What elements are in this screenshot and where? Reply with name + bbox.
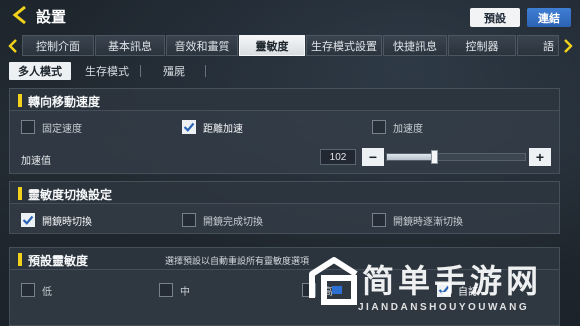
option-label: 中	[180, 286, 190, 298]
panel-header: 靈敏度切換設定	[10, 182, 559, 204]
option-label: 開鏡完成切換	[203, 216, 263, 228]
tab-control-interface[interactable]: 控制介面	[22, 35, 94, 56]
subtab-divider	[140, 65, 141, 77]
tab-survival-settings[interactable]: 生存模式設置	[306, 35, 382, 56]
tab-basic-info[interactable]: 基本訊息	[95, 35, 165, 56]
option-switch-on-scope[interactable]: 開鏡時切換	[21, 212, 92, 228]
option-custom[interactable]: 自訂	[437, 282, 478, 298]
tab-language[interactable]: 語	[517, 35, 559, 56]
section-title: 靈敏度切換設定	[28, 188, 113, 202]
increase-button[interactable]: +	[529, 148, 551, 166]
option-distance-accel[interactable]: 距離加速	[182, 119, 243, 135]
chevron-right-icon	[564, 38, 573, 53]
back-button[interactable]	[10, 4, 32, 26]
panel-header: 轉向移動速度	[10, 89, 559, 111]
checkbox-checked[interactable]	[182, 120, 196, 134]
page-title: 設置	[36, 9, 67, 26]
subtab-zombies[interactable]: 殭屍	[146, 62, 202, 80]
option-gradual-switch[interactable]: 開鏡時逐漸切換	[372, 212, 463, 228]
checkbox[interactable]	[21, 120, 35, 134]
top-bar: 設置 預設 連結	[0, 0, 580, 33]
option-label: 自訂	[458, 286, 478, 298]
checkmark-icon	[183, 122, 195, 132]
option-label: 固定速度	[42, 123, 82, 135]
option-label: 加速度	[393, 123, 423, 135]
subtab-survival[interactable]: 生存模式	[79, 62, 135, 80]
option-label: 開鏡時切換	[42, 216, 92, 228]
checkbox[interactable]	[372, 120, 386, 134]
option-label: 開鏡時逐漸切換	[393, 216, 463, 228]
accel-value-display: 102	[320, 149, 356, 165]
slider-fill	[387, 154, 434, 160]
option-acceleration[interactable]: 加速度	[372, 119, 423, 135]
panel-header: 預設靈敏度 選擇預設以自動重設所有靈敏度選項	[10, 248, 559, 270]
checkbox[interactable]	[159, 283, 173, 297]
tab-scroll-right-button[interactable]	[562, 36, 574, 55]
sensitivity-switch-panel: 靈敏度切換設定 開鏡時切換 開鏡完成切換 開鏡時逐漸切換	[9, 181, 560, 234]
subtab-multiplayer[interactable]: 多人模式	[9, 62, 71, 80]
option-label: 距離加速	[203, 123, 243, 135]
tab-sensitivity[interactable]: 靈敏度	[239, 35, 305, 56]
option-label: 高	[323, 286, 333, 298]
tab-scroll-left-button[interactable]	[7, 36, 19, 55]
back-arrow-icon	[12, 5, 26, 25]
section-description: 選擇預設以自動重設所有靈敏度選項	[165, 256, 310, 266]
checkbox[interactable]	[302, 283, 316, 297]
checkmark-icon	[22, 215, 34, 225]
section-marker	[18, 187, 22, 200]
accel-value-label: 加速值	[21, 156, 51, 167]
option-high[interactable]: 高	[302, 282, 333, 298]
section-marker	[18, 253, 22, 266]
chevron-left-icon	[8, 38, 17, 53]
accel-slider[interactable]	[386, 150, 526, 164]
tab-controller[interactable]: 控制器	[448, 35, 516, 56]
section-title: 轉向移動速度	[28, 95, 101, 109]
checkmark-icon	[438, 285, 450, 295]
tab-quick-messages[interactable]: 快捷訊息	[383, 35, 447, 56]
option-fixed-speed[interactable]: 固定速度	[21, 119, 82, 135]
preset-sensitivity-panel: 預設靈敏度 選擇預設以自動重設所有靈敏度選項 低 中 高 自訂	[9, 247, 560, 326]
option-switch-after-scope[interactable]: 開鏡完成切換	[182, 212, 263, 228]
preset-button[interactable]: 預設	[470, 8, 520, 27]
slider-thumb[interactable]	[430, 150, 438, 164]
section-title: 預設靈敏度	[28, 254, 89, 268]
checkbox-checked[interactable]	[21, 213, 35, 227]
decrease-button[interactable]: −	[362, 148, 384, 166]
checkbox[interactable]	[182, 213, 196, 227]
checkbox[interactable]	[21, 283, 35, 297]
turn-speed-panel: 轉向移動速度 固定速度 距離加速 加速度 加速值 102 − +	[9, 88, 560, 174]
option-low[interactable]: 低	[21, 282, 52, 298]
checkbox[interactable]	[372, 213, 386, 227]
section-marker	[18, 94, 22, 107]
option-label: 低	[42, 286, 52, 298]
tab-bar: 控制介面 基本訊息 音效和畫質 靈敏度 生存模式設置 快捷訊息 控制器 語	[0, 33, 580, 58]
subtab-divider	[205, 65, 206, 77]
tab-audio-graphics[interactable]: 音效和畫質	[166, 35, 238, 56]
checkbox-checked[interactable]	[437, 283, 451, 297]
option-medium[interactable]: 中	[159, 282, 190, 298]
link-button[interactable]: 連結	[527, 8, 571, 27]
